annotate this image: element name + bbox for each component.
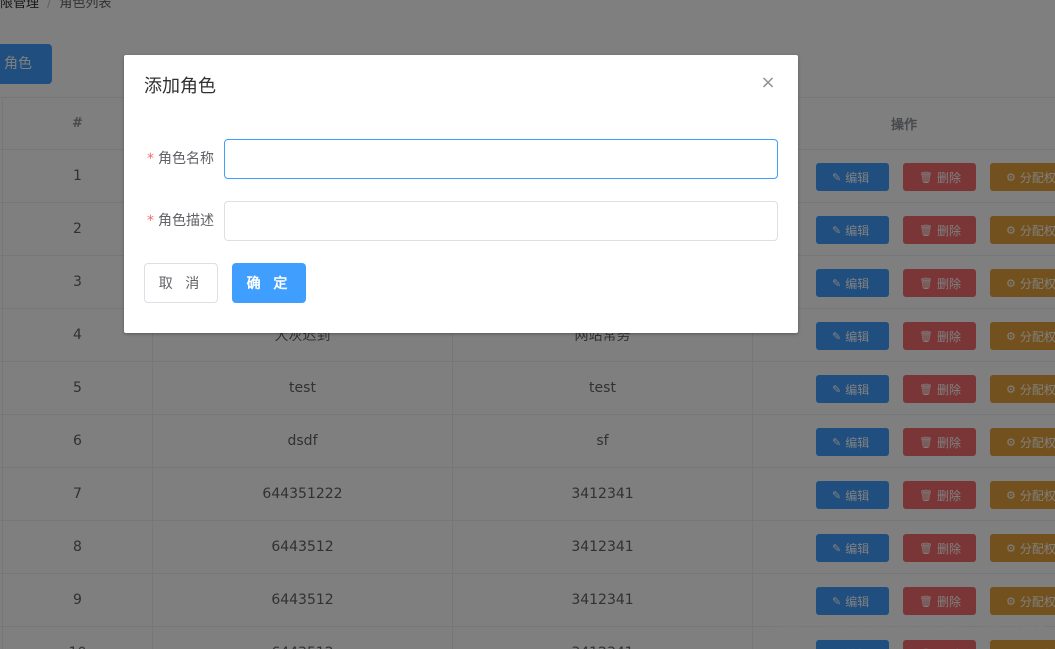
role-name-label: * 角色名称 [144, 139, 214, 179]
add-role-dialog: 添加角色 × * 角色名称 * 角色描述 取 消 确 定 [124, 55, 798, 333]
role-name-label-text: 角色名称 [158, 151, 214, 167]
role-desc-label: * 角色描述 [144, 201, 214, 241]
role-desc-label-text: 角色描述 [158, 213, 214, 229]
cancel-button[interactable]: 取 消 [144, 263, 218, 303]
required-mark: * [147, 151, 154, 167]
dialog-title: 添加角色 [144, 76, 216, 97]
close-icon[interactable]: × [758, 73, 778, 93]
confirm-button[interactable]: 确 定 [232, 263, 306, 303]
role-name-input[interactable] [224, 139, 778, 179]
role-desc-input[interactable] [224, 201, 778, 241]
required-mark: * [147, 213, 154, 229]
